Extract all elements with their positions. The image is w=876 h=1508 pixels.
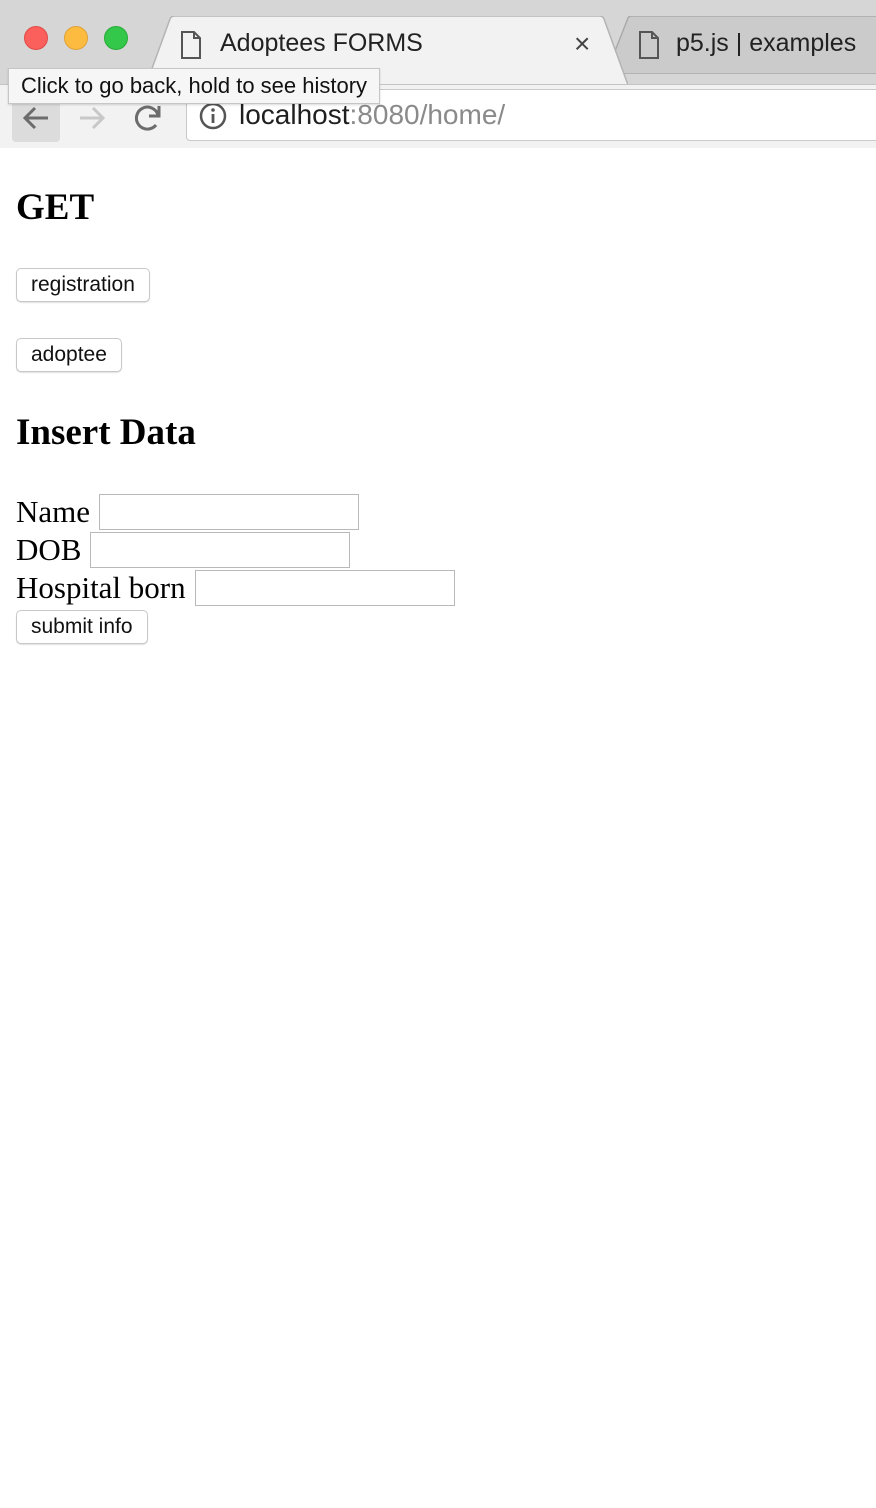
tab-title: p5.js | examples	[676, 29, 857, 57]
hospital-born-label: Hospital born	[16, 570, 186, 605]
back-button-tooltip: Click to go back, hold to see history	[8, 68, 381, 104]
dob-row: DOB	[16, 532, 351, 568]
window-close-button[interactable]	[24, 26, 48, 50]
name-row: Name	[16, 494, 360, 530]
get-heading: GET	[16, 187, 95, 228]
window-minimize-button[interactable]	[64, 26, 88, 50]
submit-info-button[interactable]: submit info	[16, 610, 148, 644]
tab-title: Adoptees FORMS	[220, 29, 423, 57]
browser-chrome: p5.js | examples Adoptees FORMS × localh…	[0, 0, 876, 148]
tab-p5js-examples[interactable]: p5.js | examples	[606, 16, 876, 84]
tab-close-icon[interactable]: ×	[574, 30, 590, 58]
name-input[interactable]	[99, 494, 360, 530]
info-icon[interactable]	[199, 102, 227, 130]
window-maximize-button[interactable]	[104, 26, 128, 50]
dob-label: DOB	[16, 532, 82, 567]
adoptee-button[interactable]: adoptee	[16, 338, 122, 372]
document-icon	[639, 31, 659, 59]
name-label: Name	[16, 494, 91, 529]
dob-input[interactable]	[90, 532, 351, 568]
hospital-born-input[interactable]	[194, 570, 455, 606]
hospital-born-row: Hospital born	[16, 570, 455, 606]
registration-button[interactable]: registration	[16, 268, 150, 302]
document-icon	[181, 31, 201, 59]
insert-data-heading: Insert Data	[16, 412, 196, 453]
